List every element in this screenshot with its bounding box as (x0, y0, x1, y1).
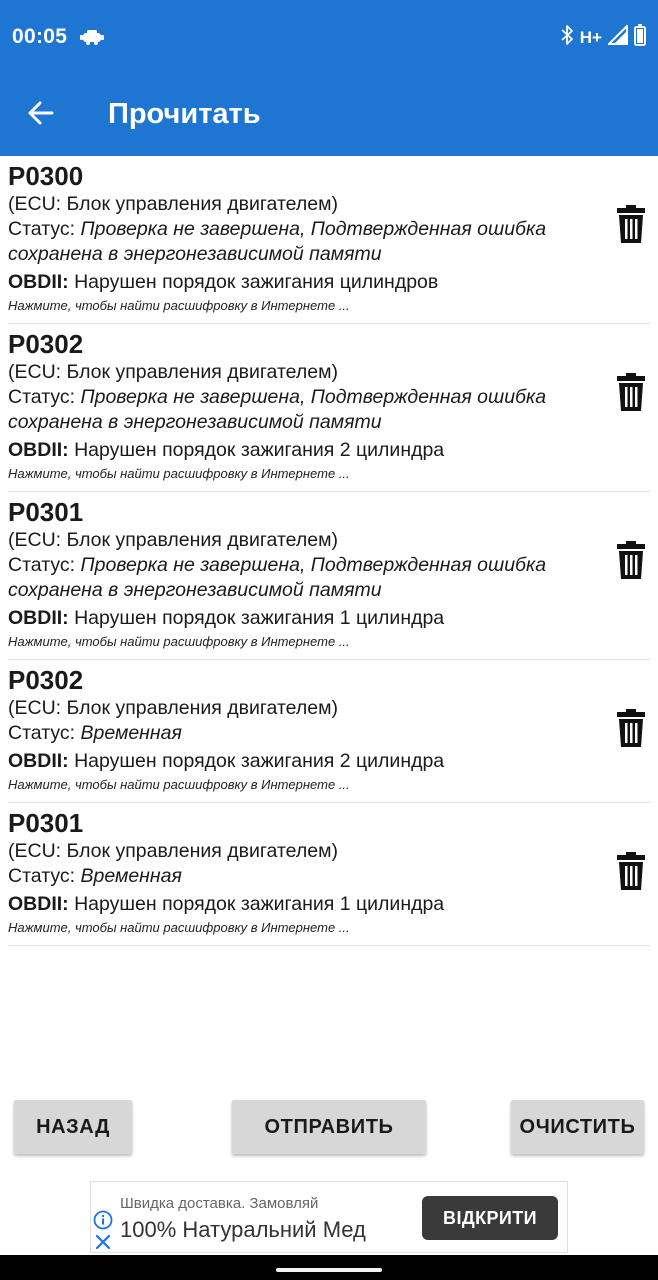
dtc-code: P0302 (8, 665, 84, 695)
dtc-code: P0301 (8, 808, 84, 838)
car-icon (80, 28, 104, 51)
dtc-obd-text: Нарушен порядок зажигания 2 цилиндра (68, 439, 445, 461)
dtc-obd: OBDII: Нарушен порядок зажигания 2 цилин… (8, 748, 650, 774)
dtc-status-value: Временная (80, 865, 182, 887)
dtc-obd-text: Нарушен порядок зажигания 2 цилиндра (68, 750, 445, 772)
toolbar: Прочитать (0, 74, 658, 156)
dtc-list-item[interactable]: P0301 (ECU: Блок управления двигателем) … (8, 492, 650, 660)
dtc-status: Статус: Временная (8, 864, 650, 889)
status-icons: H+ (560, 23, 646, 51)
dtc-obd: OBDII: Нарушен порядок зажигания цилиндр… (8, 269, 650, 295)
dtc-status: Статус: Проверка не завершена, Подтвержд… (8, 385, 650, 435)
dtc-obd-label: OBDII: (8, 893, 69, 915)
dtc-hint: Нажмите, чтобы найти расшифровку в Интер… (8, 920, 350, 935)
home-handle[interactable] (276, 1268, 382, 1272)
dtc-obd: OBDII: Нарушен порядок зажигания 1 цилин… (8, 891, 650, 917)
arrow-left-icon (28, 100, 54, 131)
dtc-status: Статус: Проверка не завершена, Подтвержд… (8, 217, 650, 267)
dtc-ecu: (ECU: Блок управления двигателем) (8, 840, 339, 862)
dtc-obd: OBDII: Нарушен порядок зажигания 2 цилин… (8, 437, 650, 463)
dtc-hint: Нажмите, чтобы найти расшифровку в Интер… (8, 298, 350, 313)
dtc-obd-label: OBDII: (8, 607, 69, 629)
dtc-hint: Нажмите, чтобы найти расшифровку в Интер… (8, 777, 350, 792)
dtc-obd-label: OBDII: (8, 439, 69, 461)
dtc-list-item[interactable]: P0300 (ECU: Блок управления двигателем) … (8, 156, 650, 324)
ad-open-button[interactable]: ВІДКРИТИ (422, 1196, 558, 1240)
dtc-status-value: Проверка не завершена, Подтвержденная ош… (8, 554, 547, 601)
trash-icon[interactable] (616, 852, 646, 890)
dtc-obd-text: Нарушен порядок зажигания 1 цилиндра (68, 607, 445, 629)
ad-headline: Швидка доставка. Замовляй (120, 1195, 319, 1212)
dtc-status-value: Проверка не завершена, Подтвержденная ош… (8, 218, 547, 265)
clear-button[interactable]: ОЧИСТИТЬ (511, 1100, 644, 1154)
trash-icon[interactable] (616, 541, 646, 579)
dtc-obd: OBDII: Нарушен порядок зажигания 1 цилин… (8, 605, 650, 631)
page-title: Прочитать (108, 98, 261, 130)
dtc-obd-label: OBDII: (8, 750, 69, 772)
dtc-status-value: Проверка не завершена, Подтвержденная ош… (8, 386, 547, 433)
send-button[interactable]: ОТПРАВИТЬ (232, 1100, 426, 1154)
dtc-status-label: Статус: (8, 218, 81, 240)
nav-bar (0, 1255, 658, 1280)
dtc-ecu: (ECU: Блок управления двигателем) (8, 529, 339, 551)
back-arrow-button[interactable] (22, 96, 60, 134)
dtc-code: P0301 (8, 497, 84, 527)
dtc-status-label: Статус: (8, 554, 81, 576)
info-icon[interactable] (93, 1210, 113, 1235)
trash-icon[interactable] (616, 373, 646, 411)
signal-icon (606, 23, 628, 50)
close-icon[interactable] (95, 1234, 111, 1255)
dtc-obd-text: Нарушен порядок зажигания цилиндров (68, 271, 439, 293)
dtc-status-label: Статус: (8, 865, 81, 887)
back-button[interactable]: НАЗАД (14, 1100, 132, 1154)
app-bar: 00:05 H+ Прочитать (0, 0, 658, 156)
dtc-list-item[interactable]: P0302 (ECU: Блок управления двигателем) … (8, 324, 650, 492)
ad-title: 100% Натуральний Мед (120, 1217, 366, 1242)
dtc-list: P0300 (ECU: Блок управления двигателем) … (0, 156, 658, 946)
ad-banner[interactable]: Швидка доставка. Замовляй 100% Натуральн… (90, 1181, 568, 1253)
dtc-code: P0302 (8, 329, 84, 359)
dtc-hint: Нажмите, чтобы найти расшифровку в Интер… (8, 634, 350, 649)
dtc-list-item[interactable]: P0301 (ECU: Блок управления двигателем) … (8, 803, 650, 946)
trash-icon[interactable] (616, 709, 646, 747)
dtc-ecu: (ECU: Блок управления двигателем) (8, 361, 339, 383)
dtc-ecu: (ECU: Блок управления двигателем) (8, 193, 339, 215)
dtc-obd-label: OBDII: (8, 271, 69, 293)
dtc-ecu: (ECU: Блок управления двигателем) (8, 697, 339, 719)
dtc-list-item[interactable]: P0302 (ECU: Блок управления двигателем) … (8, 660, 650, 803)
bluetooth-icon (560, 24, 574, 51)
dtc-status: Статус: Проверка не завершена, Подтвержд… (8, 553, 650, 603)
status-time: 00:05 (12, 25, 68, 48)
dtc-status-label: Статус: (8, 722, 81, 744)
dtc-obd-text: Нарушен порядок зажигания 1 цилиндра (68, 893, 445, 915)
dtc-status-label: Статус: (8, 386, 81, 408)
dtc-code: P0300 (8, 161, 84, 191)
status-bar: 00:05 H+ (0, 0, 658, 74)
network-type: H+ (579, 27, 602, 47)
trash-icon[interactable] (616, 205, 646, 243)
dtc-status-value: Временная (80, 722, 182, 744)
dtc-status: Статус: Временная (8, 721, 650, 746)
dtc-hint: Нажмите, чтобы найти расшифровку в Интер… (8, 466, 350, 481)
battery-icon (634, 24, 646, 51)
